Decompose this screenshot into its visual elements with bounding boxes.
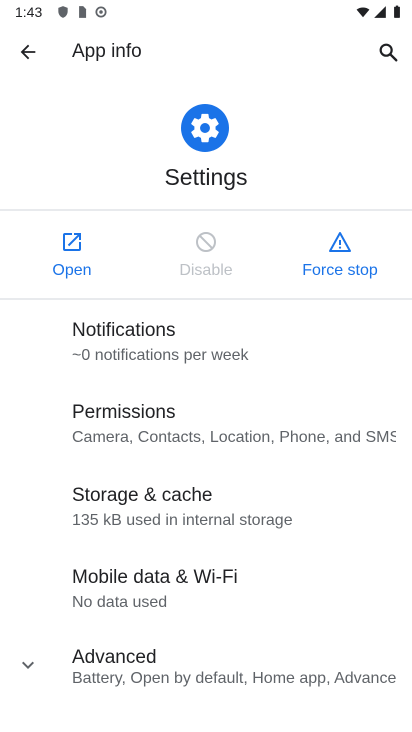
storage-subtitle: 135 kB used in internal storage [72, 512, 293, 529]
gear-icon [191, 113, 219, 143]
permissions-item[interactable]: Permissions Camera, Contacts, Location, … [0, 384, 412, 466]
notifications-item[interactable]: Notifications ~0 notifications per week [0, 302, 412, 384]
open-button[interactable]: Open [14, 212, 130, 298]
mobile-data-subtitle: No data used [72, 594, 168, 611]
search-button[interactable] [368, 32, 408, 72]
search-icon [379, 43, 398, 62]
divider [0, 209, 412, 211]
storage-title: Storage & cache [72, 485, 213, 506]
force-stop-button-label: Force stop [302, 262, 378, 279]
disable-button: Disable [148, 212, 264, 298]
open-button-label: Open [52, 262, 92, 279]
battery-icon [394, 5, 400, 18]
status-bar: 1:43 [0, 0, 412, 26]
notifications-subtitle: ~0 notifications per week [72, 347, 249, 364]
advanced-title: Advanced [72, 647, 157, 668]
mobile-data-title: Mobile data & Wi-Fi [72, 567, 238, 588]
divider [0, 298, 412, 300]
arrow-back-icon [20, 44, 36, 60]
block-icon [196, 232, 216, 252]
force-stop-button[interactable]: Force stop [282, 212, 398, 298]
status-time: 1:43 [15, 4, 43, 20]
chevron-down-icon [22, 661, 34, 669]
advanced-item[interactable]: Advanced Battery, Open by default, Home … [0, 643, 412, 725]
sim-card-icon [79, 6, 87, 18]
action-buttons: Open Disable Force stop [0, 212, 412, 298]
app-icon [181, 104, 229, 152]
wifi-icon [356, 7, 370, 18]
storage-item[interactable]: Storage & cache 135 kB used in internal … [0, 467, 412, 549]
status-left-icons [56, 5, 108, 19]
notifications-title: Notifications [72, 320, 176, 341]
cellular-signal-icon [374, 6, 386, 18]
app-name: Settings [164, 164, 248, 190]
app-header: Settings [0, 100, 412, 210]
permissions-subtitle: Camera, Contacts, Location, Phone, and S… [72, 429, 396, 446]
app-bar: App info [0, 26, 412, 78]
disable-button-label: Disable [179, 262, 233, 279]
permissions-title: Permissions [72, 402, 176, 423]
sync-icon [95, 6, 107, 18]
open-in-new-icon [63, 233, 81, 251]
status-right-icons [356, 5, 404, 19]
warning-icon [329, 232, 351, 252]
back-button[interactable] [8, 32, 48, 72]
advanced-subtitle: Battery, Open by default, Home app, Adva… [72, 670, 396, 687]
page-title: App info [72, 41, 142, 62]
shield-icon [58, 6, 68, 18]
mobile-data-item[interactable]: Mobile data & Wi-Fi No data used [0, 549, 412, 631]
